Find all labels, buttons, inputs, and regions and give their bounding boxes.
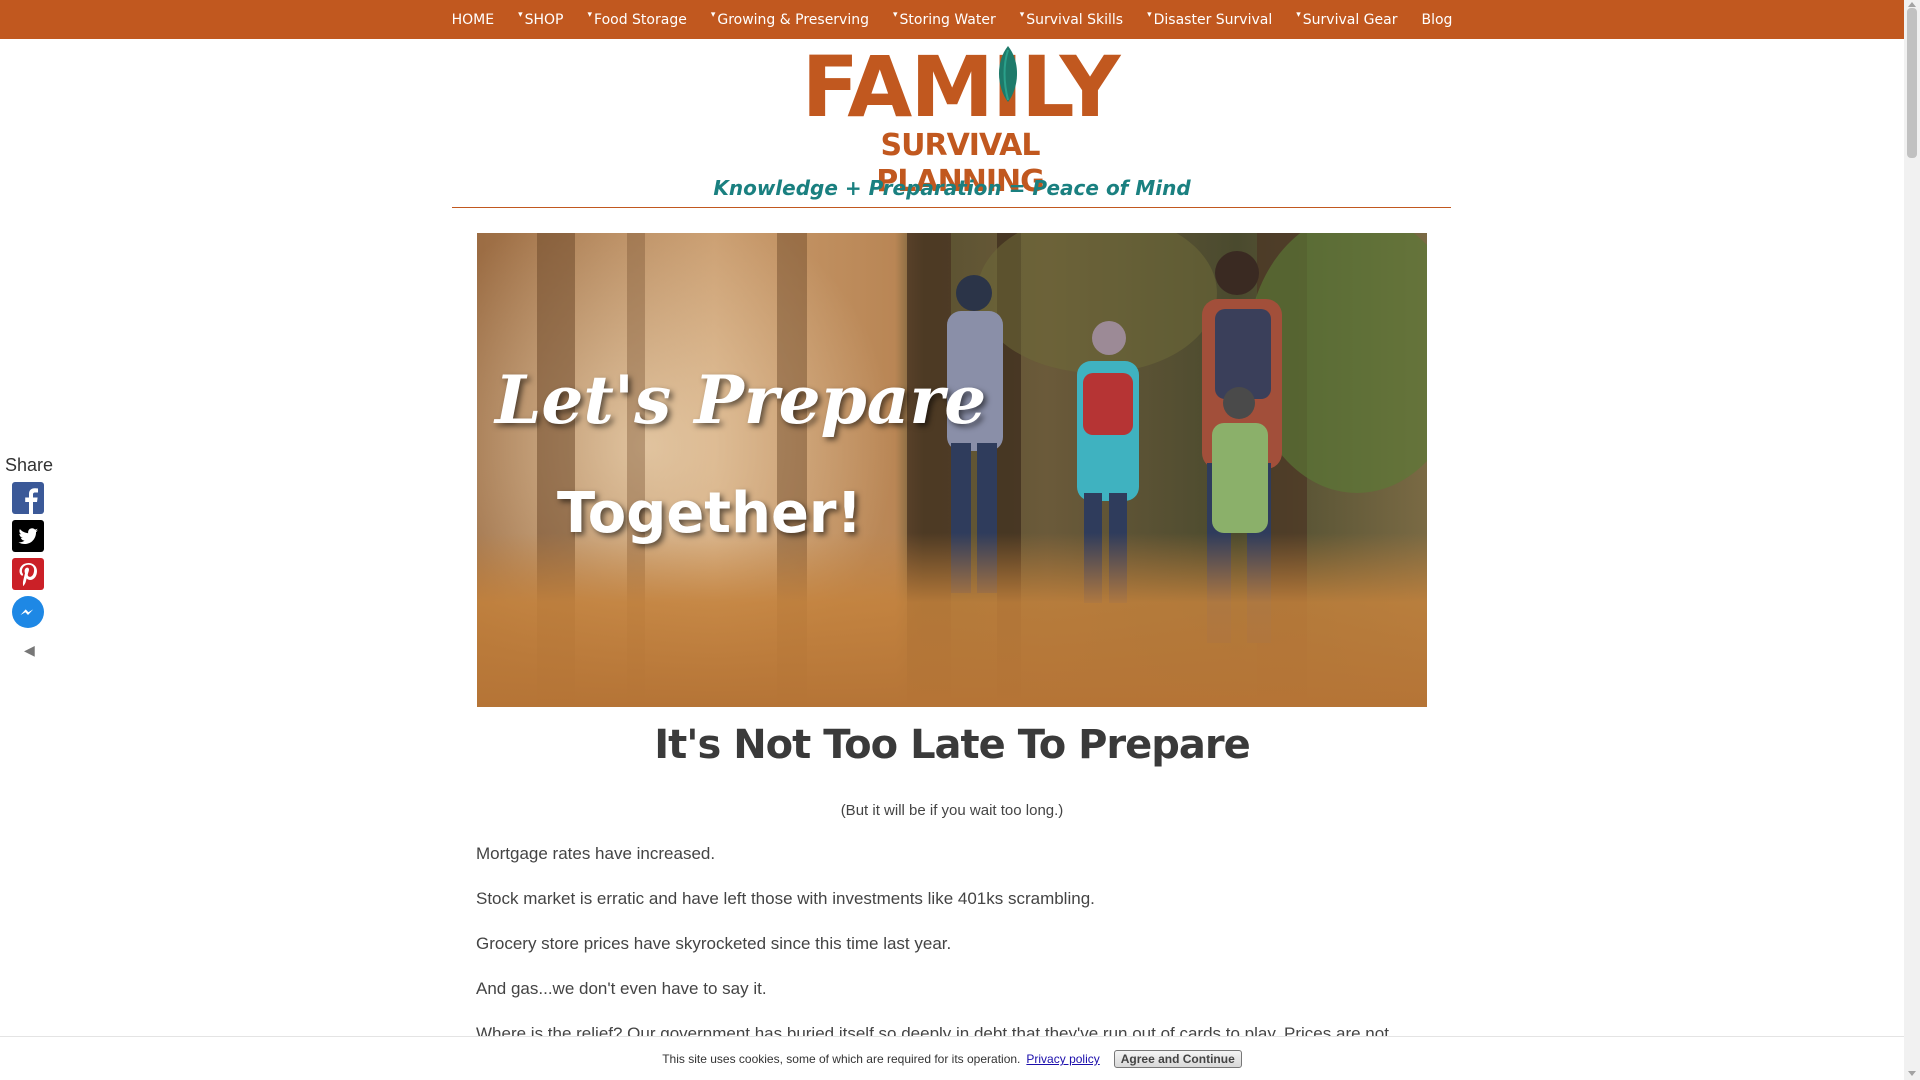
top-nav: HOME ▾ SHOP ▾ Food Storage ▾ Growing & Preserv… xyxy=(0,0,1904,39)
dropdown-caret-icon: ▾ xyxy=(518,9,523,20)
nav-item-label: HOME xyxy=(451,11,495,28)
dropdown-caret-icon: ▾ xyxy=(1296,9,1301,20)
scroll-thumb[interactable] xyxy=(1907,8,1917,158)
site-logo[interactable]: FAMILY SURVIVAL PLANNING xyxy=(800,42,1121,199)
tagline-knowledge: Knowledge xyxy=(713,176,838,200)
hero-title-line2: Together! xyxy=(557,481,863,546)
paragraph: Mortgage rates have increased. xyxy=(476,844,716,863)
tagline-preparation: Preparation xyxy=(868,176,1002,200)
nav-item-survival-gear[interactable]: ▾ Survival Gear xyxy=(1284,9,1409,28)
nav-item-label: Blog xyxy=(1421,11,1453,28)
page: HOME ▾ SHOP ▾ Food Storage ▾ Growing & Preserv… xyxy=(0,0,1904,1080)
twitter-icon[interactable] xyxy=(12,520,44,552)
nav-item-home[interactable]: HOME xyxy=(440,12,506,28)
nav-item-storing-water[interactable]: ▾ Storing Water xyxy=(881,9,1008,28)
share-collapse-button[interactable]: ◀ xyxy=(24,642,53,659)
messenger-icon[interactable] xyxy=(12,596,44,628)
hero-title-line1: Let's Prepare xyxy=(495,361,987,439)
nav-item-label: Food Storage xyxy=(594,11,687,28)
nav-item-growing-preserving[interactable]: ▾ Growing & Preserving xyxy=(699,9,881,28)
paragraph: Grocery store prices have skyrocketed si… xyxy=(476,934,952,953)
nav-item-shop[interactable]: ▾ SHOP xyxy=(506,9,575,28)
tagline-equals: = xyxy=(1008,176,1026,200)
logo-family-text: FAMILY xyxy=(800,42,1121,132)
page-title: It's Not Too Late To Prepare xyxy=(654,722,1251,768)
facebook-icon[interactable] xyxy=(12,482,44,514)
share-sidebar: Share ◀ xyxy=(5,455,53,659)
privacy-policy-link[interactable]: Privacy policy xyxy=(1026,1052,1099,1066)
paragraph: And gas...we don't even have to say it. xyxy=(476,979,767,998)
header-divider xyxy=(452,207,1451,208)
agree-continue-button[interactable]: Agree and Continue xyxy=(1113,1050,1242,1068)
nav-item-label: Storing Water xyxy=(899,11,996,28)
nav-item-label: Growing & Preserving xyxy=(717,11,869,28)
cookie-banner: This site uses cookies, some of which ar… xyxy=(0,1036,1904,1080)
dropdown-caret-icon: ▾ xyxy=(1147,9,1152,20)
tagline-peace: Peace of Mind xyxy=(1032,176,1191,200)
tagline-plus: + xyxy=(844,176,862,200)
logo-line1: FAMILY xyxy=(801,38,1121,136)
nav-item-label: Survival Gear xyxy=(1302,11,1398,28)
nav-list: HOME ▾ SHOP ▾ Food Storage ▾ Growing & Preserv… xyxy=(440,9,1465,28)
scroll-up-arrow[interactable] xyxy=(1908,2,1916,7)
dropdown-caret-icon: ▾ xyxy=(587,9,593,20)
page-subnote: (But it will be if you wait too long.) xyxy=(840,802,1064,819)
scroll-down-arrow[interactable] xyxy=(1908,1071,1916,1076)
nav-item-label: Survival Skills xyxy=(1026,11,1124,28)
nav-item-food-storage[interactable]: ▾ Food Storage xyxy=(575,9,698,28)
tagline: Knowledge + Preparation = Peace of Mind xyxy=(452,176,1452,200)
dropdown-caret-icon: ▾ xyxy=(710,9,716,20)
nav-item-label: SHOP xyxy=(524,11,564,28)
hero-fern-foreground xyxy=(477,533,1427,707)
dropdown-caret-icon: ▾ xyxy=(1019,9,1025,20)
nav-item-blog[interactable]: Blog xyxy=(1409,12,1464,28)
nav-item-label: Disaster Survival xyxy=(1153,11,1273,28)
cookie-text: This site uses cookies, some of which ar… xyxy=(662,1052,1021,1066)
hero-banner-image: Let's Prepare Together! xyxy=(477,233,1427,707)
nav-item-disaster-survival[interactable]: ▾ Disaster Survival xyxy=(1135,9,1284,28)
vertical-scrollbar[interactable] xyxy=(1904,0,1920,1080)
pinterest-icon[interactable] xyxy=(12,558,44,590)
share-title: Share xyxy=(5,455,54,475)
paragraph: Stock market is erratic and have left th… xyxy=(476,889,1095,908)
leaf-icon xyxy=(998,46,1018,102)
dropdown-caret-icon: ▾ xyxy=(893,9,898,20)
nav-item-survival-skills[interactable]: ▾ Survival Skills xyxy=(1008,9,1135,28)
